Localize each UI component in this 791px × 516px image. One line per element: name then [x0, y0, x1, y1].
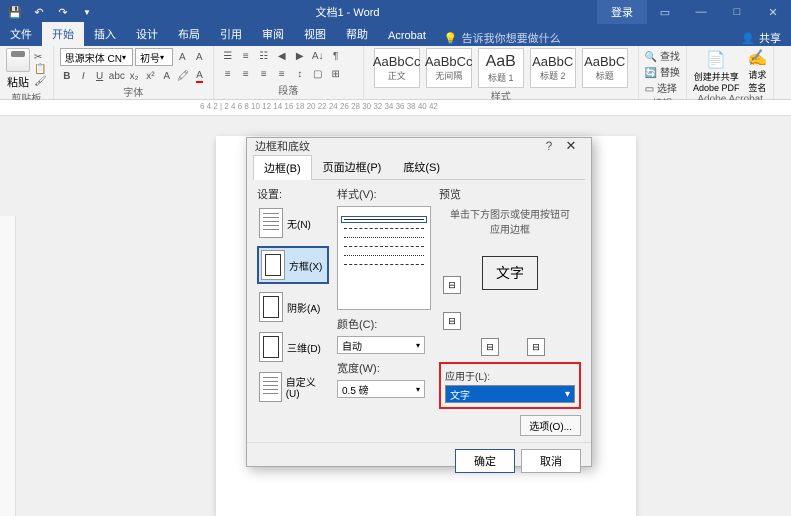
- dialog-footer: 确定 取消: [247, 442, 591, 479]
- dialog-close-icon[interactable]: ✕: [559, 138, 583, 154]
- apply-value: 文字: [450, 387, 470, 402]
- style-label: 样式(V):: [337, 186, 431, 202]
- preview-canvas: 文字: [482, 256, 538, 290]
- chevron-down-icon: ▾: [416, 385, 420, 394]
- thumb-custom-icon: [259, 372, 282, 402]
- thumb-shadow-icon: [259, 292, 283, 322]
- cancel-button[interactable]: 取消: [521, 449, 581, 473]
- border-bottom-btn[interactable]: ⊟: [443, 312, 461, 330]
- width-label: 宽度(W):: [337, 360, 431, 376]
- dialog-body: 设置: 无(N) 方框(X) 阴影(A) 三维(D) 自定义(U) 样式(V):…: [247, 180, 591, 442]
- dialog-title: 边框和底纹: [255, 138, 539, 154]
- width-select[interactable]: 0.5 磅 ▾: [337, 380, 425, 398]
- preview-column: 预览 单击下方图示或使用按钮可 应用边框 ⊟ ⊟ 文字 ⊟ ⊟ 应用于(L): …: [439, 186, 581, 436]
- color-label: 颜色(C):: [337, 316, 431, 332]
- dialog-tabs: 边框(B) 页面边框(P) 底纹(S): [253, 154, 585, 180]
- setting-name: 无(N): [287, 216, 311, 231]
- border-right-btn[interactable]: ⊟: [527, 338, 545, 356]
- setting-name: 自定义(U): [286, 374, 327, 400]
- setting-box[interactable]: 方框(X): [257, 246, 329, 284]
- dialog-tab-shading[interactable]: 底纹(S): [392, 154, 451, 179]
- width-value: 0.5 磅: [342, 382, 369, 397]
- setting-3d[interactable]: 三维(D): [257, 330, 329, 364]
- setting-none[interactable]: 无(N): [257, 206, 329, 240]
- preview-box: ⊟ ⊟ 文字 ⊟ ⊟: [439, 256, 581, 356]
- settings-column: 设置: 无(N) 方框(X) 阴影(A) 三维(D) 自定义(U): [257, 186, 329, 436]
- thumb-none-icon: [259, 208, 283, 238]
- apply-to-section: 应用于(L): 文字: [439, 362, 581, 409]
- chevron-down-icon: ▾: [416, 341, 420, 350]
- border-top-btn[interactable]: ⊟: [443, 276, 461, 294]
- setting-name: 阴影(A): [287, 300, 320, 315]
- dialog-titlebar[interactable]: 边框和底纹 ? ✕: [247, 138, 591, 154]
- dialog-help-icon[interactable]: ?: [539, 139, 559, 153]
- line-style-dotted[interactable]: [344, 237, 424, 238]
- border-left-btn[interactable]: ⊟: [481, 338, 499, 356]
- line-style-dashed2[interactable]: [344, 246, 424, 247]
- setting-custom[interactable]: 自定义(U): [257, 370, 329, 404]
- line-style-dotted2[interactable]: [344, 255, 424, 256]
- ok-button[interactable]: 确定: [455, 449, 515, 473]
- line-style-list[interactable]: [337, 206, 431, 310]
- preview-hint-line2: 应用边框: [439, 221, 581, 236]
- line-style-dashed[interactable]: [344, 228, 424, 229]
- preview-label: 预览: [439, 186, 581, 202]
- setting-name: 方框(X): [289, 258, 322, 273]
- preview-hint-line1: 单击下方图示或使用按钮可: [439, 206, 581, 221]
- thumb-box-icon: [261, 250, 285, 280]
- options-button[interactable]: 选项(O)...: [520, 415, 581, 436]
- dialog-tab-borders[interactable]: 边框(B): [253, 155, 312, 180]
- dialog-overlay: 边框和底纹 ? ✕ 边框(B) 页面边框(P) 底纹(S) 设置: 无(N) 方…: [0, 0, 791, 500]
- line-style-dashed3[interactable]: [344, 264, 424, 265]
- style-column: 样式(V): 颜色(C): 自动 ▾ 宽度(W): 0.5 磅 ▾: [337, 186, 431, 436]
- settings-label: 设置:: [257, 186, 329, 202]
- color-select[interactable]: 自动 ▾: [337, 336, 425, 354]
- preview-hint: 单击下方图示或使用按钮可 应用边框: [439, 206, 581, 236]
- setting-name: 三维(D): [287, 340, 321, 355]
- setting-shadow[interactable]: 阴影(A): [257, 290, 329, 324]
- line-style-solid[interactable]: [344, 219, 424, 220]
- dialog-tab-page[interactable]: 页面边框(P): [312, 154, 393, 179]
- borders-shading-dialog: 边框和底纹 ? ✕ 边框(B) 页面边框(P) 底纹(S) 设置: 无(N) 方…: [246, 137, 592, 467]
- apply-to-select[interactable]: 文字: [445, 385, 575, 403]
- apply-label: 应用于(L):: [445, 368, 575, 383]
- thumb-3d-icon: [259, 332, 283, 362]
- color-value: 自动: [342, 338, 362, 353]
